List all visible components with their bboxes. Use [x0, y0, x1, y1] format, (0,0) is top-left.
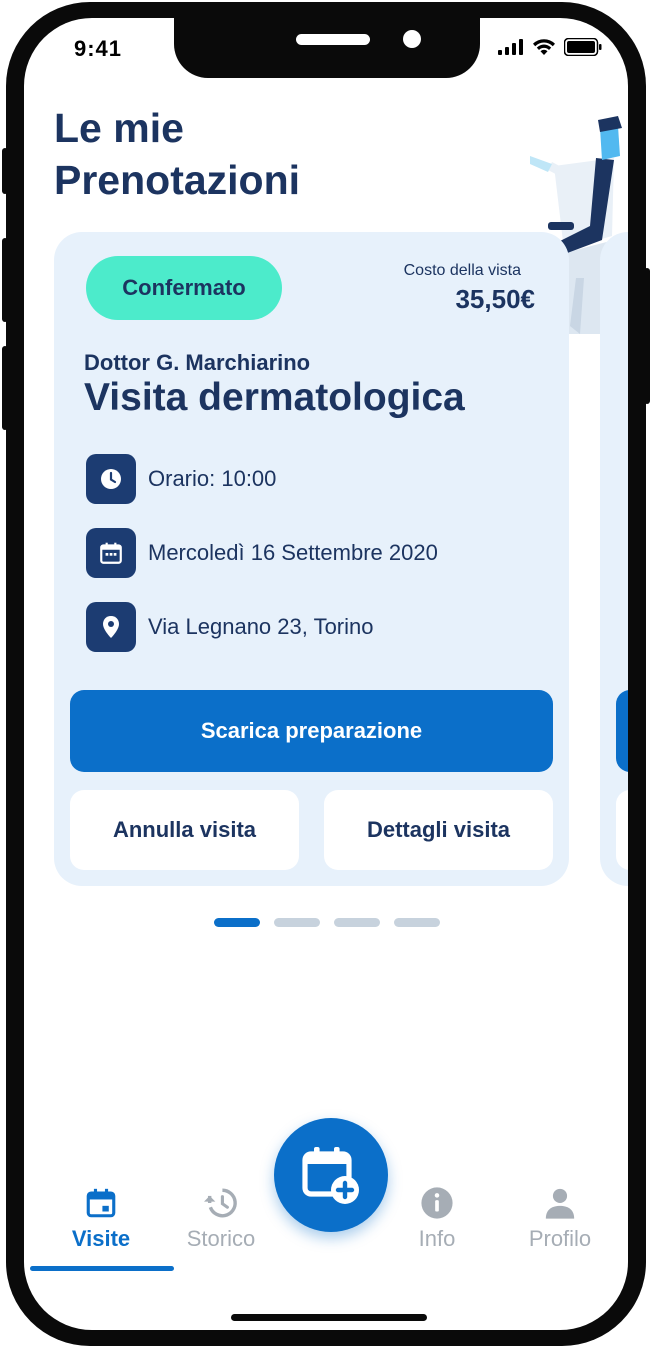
tab-label: Visite: [71, 1226, 131, 1251]
time-row: Orario: 10:00: [86, 454, 276, 504]
page-dot[interactable]: [394, 918, 440, 927]
calendar-icon: [86, 1188, 116, 1218]
location-pin-icon: [86, 602, 136, 652]
page-title: Le mie Prenotazioni: [54, 105, 301, 203]
next-primary-button[interactable]: [616, 690, 628, 772]
date-row: Mercoledì 16 Settembre 2020: [86, 528, 438, 578]
clock-icon: [86, 454, 136, 504]
time-text: Orario: 10:00: [148, 466, 277, 491]
next-booking-card[interactable]: [600, 232, 628, 886]
signal-icon: [498, 39, 523, 55]
tab-label: Info: [418, 1226, 456, 1251]
next-secondary-button[interactable]: [616, 790, 628, 870]
visit-details-button[interactable]: Dettagli visita: [324, 790, 553, 870]
status-time: 9:41: [74, 36, 123, 61]
notch: [174, 18, 480, 78]
calendar-icon: [86, 528, 136, 578]
wifi-icon: [533, 39, 555, 55]
battery-icon: [564, 38, 602, 56]
page-dot[interactable]: [274, 918, 320, 927]
doctor-name: Dottor G. Marchiarino: [84, 350, 311, 375]
phone-frame: 9:41 Le mie Prenotazioni Confermato Cost…: [2, 2, 650, 1346]
history-icon: [204, 1188, 237, 1218]
page-dot[interactable]: [334, 918, 380, 927]
cost-label: Costo della vista: [403, 262, 521, 279]
cancel-visit-button[interactable]: Annulla visita: [70, 790, 299, 870]
tab-info[interactable]: Info: [382, 1186, 492, 1252]
calendar-add-icon: [302, 1147, 359, 1204]
cost-value: 35,50€: [455, 284, 535, 314]
status-badge: Confermato: [86, 256, 282, 320]
mute-switch: [2, 148, 8, 194]
visit-type: Visita dermatologica: [84, 376, 465, 419]
person-icon: [545, 1188, 575, 1219]
tab-label: Storico: [186, 1226, 256, 1251]
address-row: Via Legnano 23, Torino: [86, 602, 374, 652]
tab-label: Profilo: [528, 1226, 592, 1251]
page-indicator: [214, 918, 440, 927]
volume-down-button: [2, 346, 8, 430]
status-icons: [498, 38, 602, 56]
download-preparation-button[interactable]: Scarica preparazione: [70, 690, 553, 772]
date-text: Mercoledì 16 Settembre 2020: [148, 540, 438, 565]
tab-storico[interactable]: Storico: [166, 1186, 276, 1252]
booking-card: Confermato Costo della vista 35,50€ Dott…: [54, 232, 569, 886]
home-indicator[interactable]: [231, 1314, 427, 1321]
tab-visite[interactable]: Visite: [46, 1186, 156, 1252]
active-tab-indicator: [30, 1266, 174, 1271]
volume-up-button: [2, 238, 8, 322]
screen: 9:41 Le mie Prenotazioni Confermato Cost…: [24, 18, 628, 1330]
new-booking-button[interactable]: [274, 1118, 388, 1232]
power-button: [644, 268, 650, 404]
speaker: [296, 34, 370, 45]
page-dot-active[interactable]: [214, 918, 260, 927]
address-text: Via Legnano 23, Torino: [148, 614, 374, 639]
front-camera: [403, 30, 421, 48]
info-icon: [421, 1187, 453, 1219]
tab-profilo[interactable]: Profilo: [505, 1186, 615, 1252]
